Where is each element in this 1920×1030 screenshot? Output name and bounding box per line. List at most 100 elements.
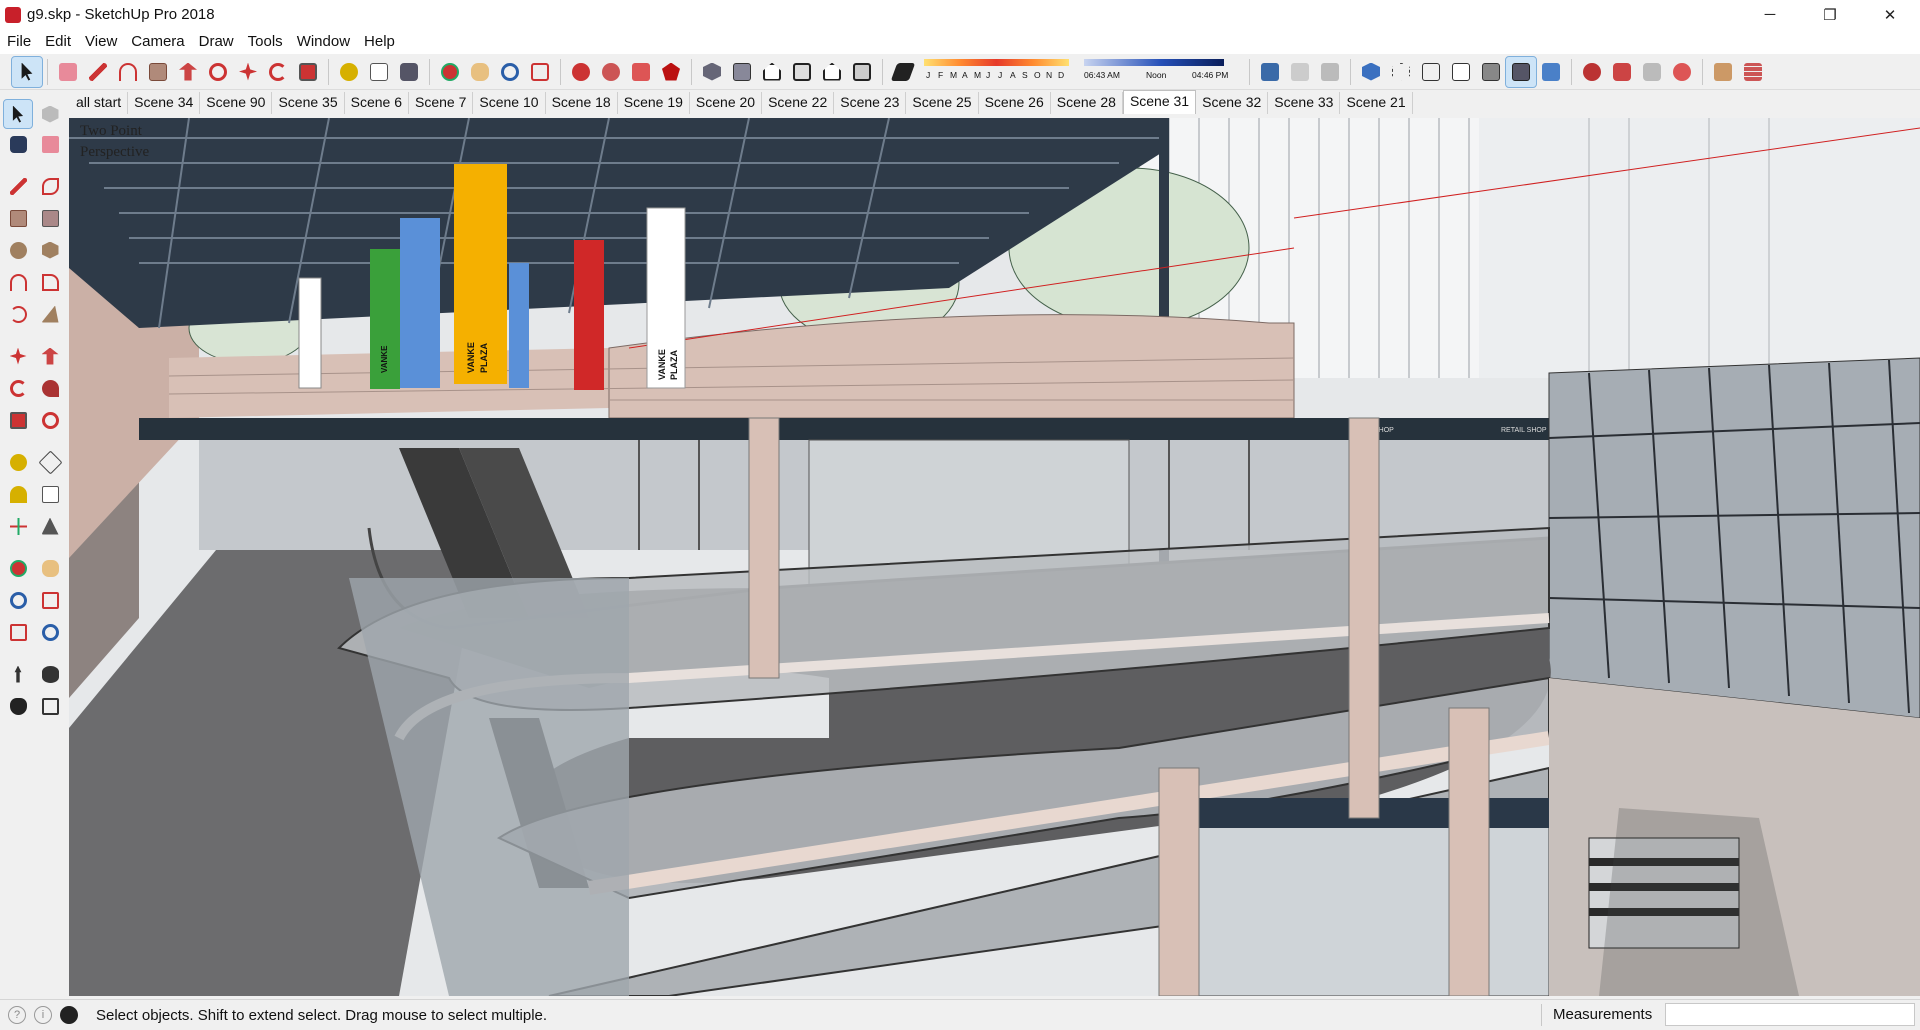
pan-tool-button[interactable] (465, 57, 495, 87)
scene-tab[interactable]: Scene 90 (200, 92, 273, 114)
display-section-cuts-button[interactable] (1315, 57, 1345, 87)
shaded-textures-style-button[interactable] (1505, 55, 1537, 88)
xray-style-button[interactable] (1356, 57, 1386, 87)
pie-tool-button[interactable] (36, 300, 64, 328)
orbit-button[interactable] (4, 554, 32, 582)
text-tool-button[interactable] (36, 480, 64, 508)
back-view-button[interactable] (817, 57, 847, 87)
zoom-window-button[interactable] (36, 586, 64, 614)
tape-measure-button[interactable] (4, 448, 32, 476)
push-pull-tool-button[interactable] (173, 57, 203, 87)
eraser-button[interactable] (36, 130, 64, 158)
ruby-console-button[interactable] (656, 57, 686, 87)
scene-tab[interactable]: Scene 6 (345, 92, 410, 114)
right-view-button[interactable] (787, 57, 817, 87)
scene-tab[interactable]: Scene 32 (1196, 92, 1269, 114)
scene-tab[interactable]: Scene 34 (128, 92, 201, 114)
circle-tool-button[interactable] (4, 236, 32, 264)
protractor-button[interactable] (4, 480, 32, 508)
top-view-button[interactable] (727, 57, 757, 87)
offset-tool-button[interactable] (203, 57, 233, 87)
arc-tool-button[interactable] (113, 57, 143, 87)
text-tool-button[interactable] (364, 57, 394, 87)
rectangle-tool-button[interactable] (143, 57, 173, 87)
scene-tab[interactable]: Scene 33 (1268, 92, 1341, 114)
credits-icon[interactable]: i (34, 1006, 52, 1024)
shaded-style-button[interactable] (1476, 57, 1506, 87)
select-tool-button[interactable] (11, 55, 43, 88)
front-view-button[interactable] (757, 57, 787, 87)
left-view-button[interactable] (847, 57, 877, 87)
zoom-tool-button[interactable] (495, 57, 525, 87)
move-tool-button[interactable] (4, 342, 32, 370)
dimension-tool-button[interactable] (36, 448, 64, 476)
scene-tab[interactable]: Scene 20 (690, 92, 763, 114)
model-viewport[interactable]: VANKE VANKE PLAZA VANKE PLAZA SHOP RETAI… (69, 118, 1920, 996)
scene-tab[interactable]: Scene 7 (409, 92, 474, 114)
menu-file[interactable]: File (0, 33, 38, 50)
polygon-tool-button[interactable] (36, 236, 64, 264)
make-component-button[interactable] (36, 100, 64, 128)
scene-tab[interactable]: Scene 26 (979, 92, 1051, 114)
scene-tab[interactable]: all start (70, 92, 129, 114)
display-section-planes-button[interactable] (1285, 57, 1315, 87)
menu-view[interactable]: View (78, 33, 124, 50)
axes-tool-button[interactable] (4, 512, 32, 540)
sketchup-app-icon[interactable] (5, 6, 21, 23)
scene-tab[interactable]: Scene 10 (473, 92, 546, 114)
zoom-extents-button[interactable] (525, 57, 555, 87)
menu-help[interactable]: Help (357, 33, 402, 50)
menu-camera[interactable]: Camera (124, 33, 191, 50)
scale-tool-button[interactable] (293, 57, 323, 87)
pan-button[interactable] (36, 554, 64, 582)
3d-text-button[interactable] (36, 512, 64, 540)
monochrome-style-button[interactable] (1536, 57, 1566, 87)
previous-view-button[interactable] (36, 618, 64, 646)
iso-view-button[interactable] (697, 57, 727, 87)
scene-tab[interactable]: Scene 31 (1122, 90, 1197, 114)
scene-tab[interactable]: Scene 22 (762, 92, 835, 114)
extension-warehouse-button[interactable] (626, 57, 656, 87)
walk-button[interactable] (4, 692, 32, 720)
follow-me-button[interactable] (36, 374, 64, 402)
wireframe-style-button[interactable] (1416, 57, 1446, 87)
menu-draw[interactable]: Draw (192, 33, 241, 50)
scene-tab[interactable]: Scene 25 (906, 92, 979, 114)
line-tool-button[interactable] (4, 172, 32, 200)
position-camera-button[interactable] (4, 660, 32, 688)
scene-tab[interactable]: Scene 23 (834, 92, 907, 114)
scale-tool-button[interactable] (4, 406, 32, 434)
orbit-tool-button[interactable] (435, 57, 465, 87)
scene-tab[interactable]: Scene 19 (618, 92, 690, 114)
zoom-extents-button[interactable] (4, 618, 32, 646)
shadows-toggle-button[interactable] (888, 57, 918, 87)
rectangle-tool-button[interactable] (4, 204, 32, 232)
scene-tab[interactable]: Scene 35 (272, 92, 345, 114)
arc-tool-button[interactable] (4, 268, 32, 296)
freehand-tool-button[interactable] (36, 172, 64, 200)
ext-tool-5-button[interactable] (1708, 57, 1738, 87)
paint-bucket-button[interactable] (4, 130, 32, 158)
ext-tool-6-button[interactable] (1738, 57, 1768, 87)
select-tool-button[interactable] (3, 99, 33, 129)
ext-tool-1-button[interactable] (1577, 57, 1607, 87)
pencil-line-tool-button[interactable] (83, 57, 113, 87)
paint-bucket-tool-button[interactable] (394, 57, 424, 87)
look-around-button[interactable] (36, 660, 64, 688)
eraser-tool-button[interactable] (53, 57, 83, 87)
ext-tool-2-button[interactable] (1607, 57, 1637, 87)
scene-tab[interactable]: Scene 28 (1051, 92, 1123, 114)
time-slider[interactable] (1084, 58, 1224, 66)
section-plane-button[interactable] (1255, 57, 1285, 87)
zoom-button[interactable] (4, 586, 32, 614)
ext-tool-3-button[interactable] (1637, 57, 1667, 87)
ext-tool-4-button[interactable] (1667, 57, 1697, 87)
restore-button[interactable]: ❐ (1800, 0, 1860, 29)
minimize-button[interactable]: ─ (1740, 0, 1800, 29)
2point-arc-button[interactable] (36, 268, 64, 296)
rotated-rectangle-button[interactable] (36, 204, 64, 232)
share-model-button[interactable] (596, 57, 626, 87)
warehouse-button[interactable] (566, 57, 596, 87)
user-account-icon[interactable] (60, 1006, 78, 1024)
menu-tools[interactable]: Tools (241, 33, 290, 50)
